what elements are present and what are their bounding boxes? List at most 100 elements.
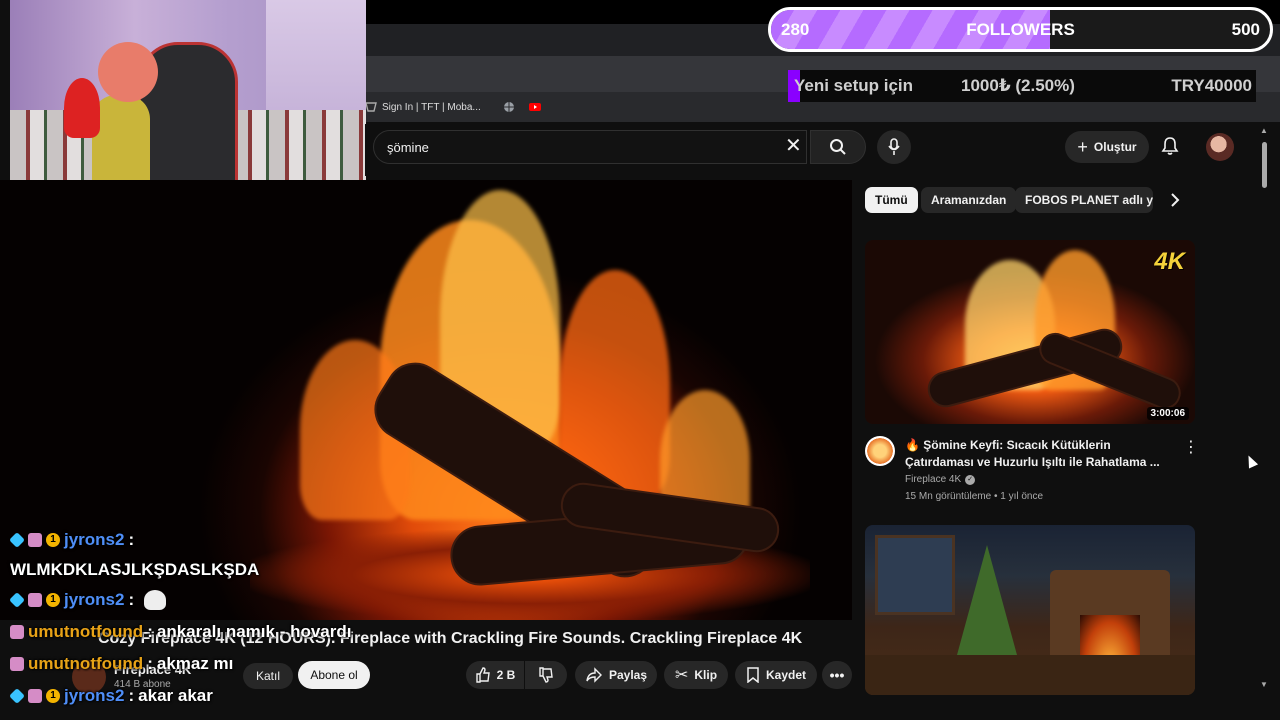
clip-button[interactable]: ✂ Klip	[664, 661, 728, 689]
more-vertical-icon[interactable]: ⋮	[1183, 437, 1199, 457]
recommendation-title[interactable]: 🔥 Şömine Keyfi: Sıcacık Kütüklerin Çatır…	[905, 437, 1170, 471]
donation-goal-bar: Yeni setup için 1000₺ (2.50%) TRY40000	[788, 70, 1256, 102]
chat-message: umutnotfound : akmaz mı	[10, 648, 570, 680]
chevron-right-icon[interactable]	[1166, 190, 1184, 210]
globe-icon	[503, 102, 514, 112]
share-label: Paylaş	[608, 668, 648, 682]
recommendation-thumbnail[interactable]: 4K 3:00:06	[865, 240, 1195, 424]
verified-check-icon: ✓	[965, 474, 976, 485]
bookmark-globe[interactable]	[503, 101, 515, 113]
create-button[interactable]: + Oluştur	[1065, 131, 1149, 163]
emote-icon	[144, 590, 167, 610]
save-button[interactable]: Kaydet	[735, 661, 817, 689]
chat-text: akar akar	[138, 686, 213, 705]
recommendation-channel[interactable]: Fireplace 4K ✓	[905, 474, 976, 485]
chat-message: 1 jyrons2 :	[9, 584, 570, 616]
number-one-badge-icon: 1	[46, 689, 60, 703]
scissors-icon: ✂	[674, 667, 689, 684]
clip-label: Klip	[694, 668, 718, 682]
bookmark-label: Sign In | TFT | Moba...	[382, 101, 481, 113]
channel-label: Fireplace 4K	[905, 474, 962, 485]
subscriber-badge-icon	[10, 625, 24, 639]
scroll-up-arrow-icon[interactable]: ▲	[1260, 126, 1268, 135]
tft-icon	[365, 102, 377, 112]
cabin-window	[875, 535, 955, 615]
chat-username: umutnotfound	[28, 622, 144, 641]
cabin-floor	[865, 655, 1195, 695]
chat-text: akmaz mı	[156, 654, 234, 673]
donation-target: TRY40000	[1171, 76, 1252, 95]
subscriber-badge-icon	[28, 533, 42, 547]
chat-message: umutnotfound : ankaralı namık - hovardı	[10, 616, 570, 648]
diamond-badge-icon	[9, 592, 25, 608]
video-duration: 3:00:06	[1146, 407, 1189, 420]
chat-separator: :	[128, 686, 135, 705]
chat-separator: :	[128, 530, 135, 549]
scroll-down-arrow-icon[interactable]: ▼	[1260, 680, 1268, 689]
number-one-badge-icon: 1	[46, 593, 60, 607]
bookmark-icon	[747, 667, 759, 683]
chat-separator: :	[147, 622, 153, 641]
plus-icon: +	[1077, 136, 1088, 157]
chip-all[interactable]: Tümü	[865, 187, 918, 213]
followers-current: 280	[781, 20, 810, 39]
create-label: Oluştur	[1093, 140, 1137, 154]
save-label: Kaydet	[765, 668, 806, 682]
diamond-badge-icon	[9, 532, 25, 548]
quality-badge: 4K	[1154, 248, 1185, 275]
voice-search-button[interactable]	[877, 130, 911, 164]
chat-text: ankaralı namık - hovardı	[156, 622, 352, 641]
chip-from-search[interactable]: Aramanızdan	[921, 187, 1017, 213]
chat-username: jyrons2	[64, 530, 125, 549]
subscriber-badge-icon	[28, 593, 42, 607]
youtube-header: şömine ✕ + Oluştur	[365, 124, 1260, 176]
donation-amount: 1000₺ (2.50%)	[961, 76, 1075, 95]
youtube-icon	[528, 103, 541, 111]
recommendation-channel-avatar[interactable]	[865, 436, 895, 466]
diamond-badge-icon	[9, 688, 25, 704]
webcam-overlay	[10, 0, 366, 200]
microphone-icon	[888, 138, 900, 155]
chat-username: umutnotfound	[28, 654, 144, 673]
share-button[interactable]: Paylaş	[575, 661, 657, 689]
chat-separator: :	[128, 590, 135, 609]
chip-fobos-planet[interactable]: FOBOS PLANET adlı yük	[1015, 187, 1153, 213]
screen: — ❐ ✕ Sign In | TFT | Moba... şömine ✕	[0, 0, 1280, 720]
clear-search-icon[interactable]: ✕	[785, 136, 802, 156]
followers-goal-bar: FOLLOWERS 280 500	[768, 7, 1273, 52]
more-actions-button[interactable]: •••	[822, 661, 852, 689]
upload-age: 1 yıl önce	[1000, 491, 1044, 502]
chat-message-continuation: WLMKDKLASJLKŞDASLKŞDA	[10, 556, 570, 584]
christmas-tree	[957, 545, 1017, 655]
mouse-cursor-icon	[1243, 453, 1259, 469]
recommendation-meta: 15 Mn görüntüleme • 1 yıl önce	[905, 491, 1044, 502]
search-button[interactable]	[810, 130, 866, 164]
search-query: şömine	[387, 139, 429, 155]
webcam-teddy-head	[98, 42, 158, 102]
followers-label: FOLLOWERS	[966, 20, 1075, 39]
subscriber-badge-icon	[10, 657, 24, 671]
search-input[interactable]: şömine	[373, 130, 807, 164]
scrollbar-thumb[interactable]	[1262, 142, 1267, 188]
notifications-bell-icon[interactable]	[1161, 136, 1179, 156]
recommendation-thumbnail[interactable]	[865, 525, 1195, 695]
webcam-santa-figure	[64, 78, 100, 138]
chat-username: jyrons2	[64, 590, 125, 609]
search-icon	[830, 139, 846, 155]
more-horizontal-icon: •••	[829, 667, 845, 683]
bookmark-tft[interactable]: Sign In | TFT | Moba...	[365, 101, 481, 113]
share-arrow-icon	[586, 667, 602, 683]
donation-goal-label: Yeni setup için	[794, 76, 914, 95]
bookmark-youtube[interactable]	[528, 101, 541, 113]
view-count: 15 Mn görüntüleme	[905, 491, 992, 502]
chat-text: WLMKDKLASJLKŞDASLKŞDA	[10, 560, 260, 579]
account-avatar[interactable]	[1206, 133, 1234, 161]
page-scrollbar[interactable]: ▲ ▼	[1258, 124, 1270, 694]
chat-message: 1 jyrons2 :	[9, 524, 570, 556]
chat-username: jyrons2	[64, 686, 125, 705]
subscriber-badge-icon	[28, 689, 42, 703]
stream-chat-overlay: 1 jyrons2 : WLMKDKLASJLKŞDASLKŞDA 1 jyro…	[9, 524, 570, 712]
chat-message: 1 jyrons2 : akar akar	[9, 680, 570, 712]
chat-separator: :	[147, 654, 153, 673]
number-one-badge-icon: 1	[46, 533, 60, 547]
